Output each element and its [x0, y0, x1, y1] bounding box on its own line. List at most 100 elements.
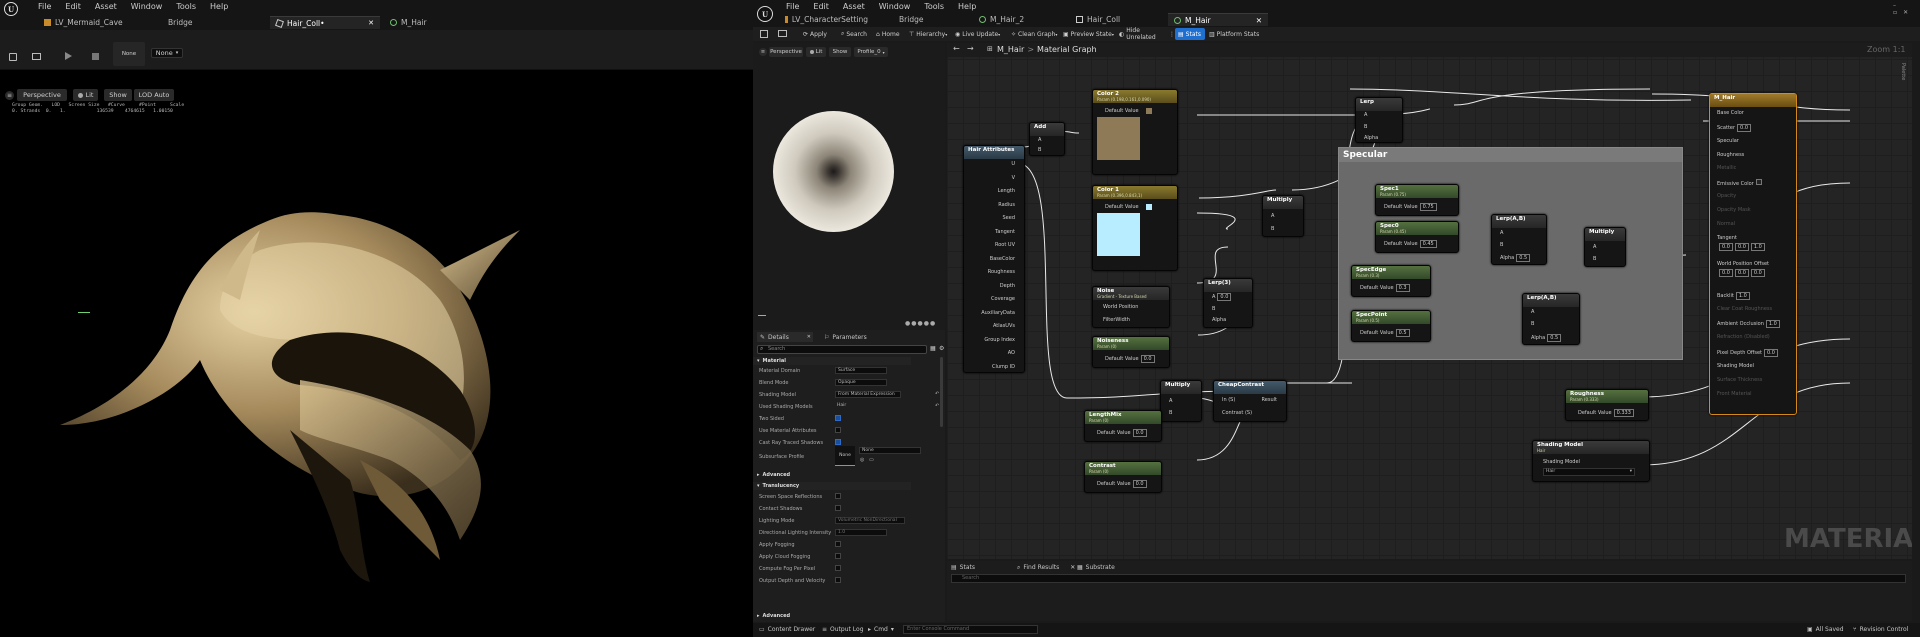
tab-parameters[interactable]: ⚐ Parameters: [821, 332, 877, 342]
section-translucency[interactable]: ▾ Translucency: [753, 482, 911, 490]
close-tab-icon[interactable]: ✕: [368, 19, 374, 27]
roughness-value-input[interactable]: 0.333: [1613, 409, 1634, 417]
preview-shape-icons[interactable]: ●●●●●: [905, 320, 936, 327]
preview-options-icon[interactable]: ≡: [759, 48, 767, 56]
contact-shadows-checkbox[interactable]: [835, 505, 841, 511]
scatter-value-input[interactable]: 0.0: [1737, 124, 1751, 132]
play-icon[interactable]: [65, 52, 72, 60]
none-dropdown[interactable]: None ▾: [151, 48, 183, 58]
node-lengthmix[interactable]: LengthMix Param (0) Default Value 0.0: [1084, 410, 1162, 442]
viewport-perspective-button[interactable]: Perspective: [17, 89, 67, 101]
cast-ray-traced-shadows-checkbox[interactable]: [835, 439, 841, 445]
settings-gear-icon[interactable]: ⚙: [939, 345, 944, 352]
clean-graph-button[interactable]: ✧ Clean Graph ▾: [1011, 28, 1063, 40]
menu-edit[interactable]: Edit: [65, 2, 81, 11]
section-advanced[interactable]: ▸ Advanced: [753, 471, 911, 479]
revision-control-button[interactable]: ⑂ Revision Control: [1853, 626, 1908, 633]
node-spec0[interactable]: Spec0 Param (0.45) Default Value 0.45: [1375, 221, 1459, 253]
tangent-y-input[interactable]: 0.0: [1734, 243, 1749, 251]
pdo-value-input[interactable]: 0.0: [1764, 349, 1778, 357]
reset-arrow-icon[interactable]: ↶: [935, 403, 939, 409]
save-icon-right[interactable]: [760, 30, 768, 38]
use-selected-icon[interactable]: ◎: [860, 457, 864, 463]
window-controls[interactable]: –▫✕: [1893, 2, 1920, 16]
wpo-z-input[interactable]: 0.0: [1750, 269, 1765, 277]
color1-mini-swatch[interactable]: [1146, 204, 1152, 210]
bottom-search-input[interactable]: Search: [951, 574, 1906, 583]
browse-folder-icon[interactable]: ▭: [869, 457, 874, 463]
section-material[interactable]: ▾ Material: [753, 357, 911, 365]
menu-asset-right[interactable]: Asset: [843, 2, 865, 11]
tab-m-hair-2[interactable]: M_Hair_2: [973, 13, 1053, 26]
node-shading-model[interactable]: Shading Model Hair Shading Model Hair ▾: [1532, 440, 1650, 482]
node-noise[interactable]: Noise Gradient - Texture Based World Posi…: [1092, 286, 1170, 328]
spec0-value-input[interactable]: 0.45: [1419, 240, 1437, 248]
node-color-2[interactable]: Color 2 Param (0.198,0.161,0.090) Default…: [1092, 89, 1178, 175]
menu-window[interactable]: Window: [131, 2, 163, 11]
color2-mini-swatch[interactable]: [1146, 108, 1152, 114]
node-lerp-3[interactable]: Lerp(3) A 0.0 B Alpha: [1203, 278, 1253, 328]
menu-window-right[interactable]: Window: [879, 2, 911, 11]
preview-state-button[interactable]: ▣ Preview State ▾: [1063, 28, 1119, 40]
use-material-attributes-checkbox[interactable]: [835, 427, 841, 433]
backlit-value-input[interactable]: 1.0: [1735, 292, 1750, 300]
menu-file[interactable]: File: [38, 2, 51, 11]
noiseness-value-input[interactable]: 0.0: [1140, 355, 1155, 363]
tab-hair-coll[interactable]: Hair_Coll• ✕: [270, 16, 380, 29]
tangent-x-input[interactable]: 0.0: [1719, 243, 1733, 251]
menu-help-right[interactable]: Help: [958, 2, 976, 11]
tab-find-results[interactable]: ⌕ Find Results ✕: [1017, 564, 1075, 572]
search-button[interactable]: ⌕ Search: [841, 28, 876, 40]
node-color-1[interactable]: Color 1 Param (0.396,0.843,1) Default Val…: [1092, 185, 1178, 271]
preview-show-button[interactable]: Show: [829, 47, 851, 57]
blend-mode-dropdown[interactable]: Opaque: [835, 379, 887, 386]
details-scrollbar[interactable]: [940, 357, 943, 427]
close-tab-icon[interactable]: ✕: [1070, 564, 1075, 572]
output-log-button[interactable]: ≡ Output Log: [822, 626, 864, 633]
color1-swatch[interactable]: [1097, 213, 1140, 256]
section-advanced-2[interactable]: ▸ Advanced: [753, 612, 911, 620]
node-multiply-2[interactable]: Multiply A B: [1584, 227, 1626, 267]
node-m-hair-output[interactable]: M_Hair Base Color Scatter 0.0 Specular Ro…: [1709, 93, 1797, 415]
browse-icon[interactable]: [32, 53, 41, 60]
node-multiply-1[interactable]: Multiply A B: [1262, 195, 1304, 237]
browse-icon-right[interactable]: [778, 30, 787, 37]
node-lerp-ab-2[interactable]: Lerp(A,B) A B Alpha 0.5: [1522, 293, 1580, 345]
menu-tools[interactable]: Tools: [176, 2, 196, 11]
content-drawer-button[interactable]: ▭ Content Drawer: [759, 626, 815, 633]
node-lerp-ab-1[interactable]: Lerp(A,B) A B Alpha 0.5: [1491, 214, 1547, 265]
tab-stats-bottom[interactable]: ▤ Stats: [951, 564, 975, 571]
ao-value-input[interactable]: 1.0: [1765, 320, 1780, 328]
node-roughness[interactable]: Roughness Param (0.333) Default Value 0.33…: [1565, 389, 1649, 421]
tab-lv-charactersetting[interactable]: LV_CharacterSetting: [779, 13, 874, 26]
tab-substrate[interactable]: ▦ Substrate: [1077, 564, 1115, 571]
close-tab-icon[interactable]: ✕: [807, 334, 813, 340]
all-saved-indicator[interactable]: ▣ All Saved: [1807, 626, 1844, 633]
menu-edit-right[interactable]: Edit: [813, 2, 829, 11]
preview-profile-button[interactable]: Profile_0 ▾: [854, 47, 888, 57]
tab-m-hair-right[interactable]: M_Hair ✕: [1168, 13, 1268, 26]
hierarchy-button[interactable]: ⊤ Hierarchy ▾: [909, 28, 955, 40]
node-specedge[interactable]: SpecEdge Param (0.3) Default Value 0.3: [1351, 265, 1431, 297]
tangent-z-input[interactable]: 1.0: [1750, 243, 1765, 251]
home-button[interactable]: ⌂ Home: [876, 28, 909, 40]
lengthmix-value-input[interactable]: 0.0: [1132, 429, 1147, 437]
console-command-input[interactable]: Enter Console Command: [903, 625, 1038, 634]
lerp-ab-2-alpha-input[interactable]: 0.5: [1547, 334, 1562, 342]
platform-stats-button[interactable]: ▥ Platform Stats: [1205, 28, 1265, 40]
directional-lighting-intensity-input[interactable]: 1.0: [835, 529, 887, 536]
node-multiply-3[interactable]: Multiply A B: [1160, 380, 1202, 422]
node-cheapcontrast[interactable]: CheapContrast In (S) Result Contrast (S): [1213, 380, 1287, 422]
menu-tools-right[interactable]: Tools: [924, 2, 944, 11]
tab-bridge[interactable]: Bridge: [162, 16, 262, 29]
none-preview-button[interactable]: None: [113, 42, 145, 66]
material-domain-dropdown[interactable]: Surface: [835, 367, 887, 374]
reset-arrow-icon[interactable]: ↶: [935, 391, 939, 397]
subsurface-thumbnail[interactable]: None: [835, 446, 855, 466]
lerp-ab-1-alpha-input[interactable]: 0.5: [1516, 254, 1531, 262]
preview-perspective-button[interactable]: Perspective: [769, 47, 803, 57]
viewport-lit-button[interactable]: Lit: [73, 89, 98, 101]
shading-model-node-dropdown[interactable]: Hair ▾: [1543, 468, 1635, 476]
contrast-value-input[interactable]: 0.0: [1132, 480, 1147, 488]
ssr-checkbox[interactable]: [835, 493, 841, 499]
